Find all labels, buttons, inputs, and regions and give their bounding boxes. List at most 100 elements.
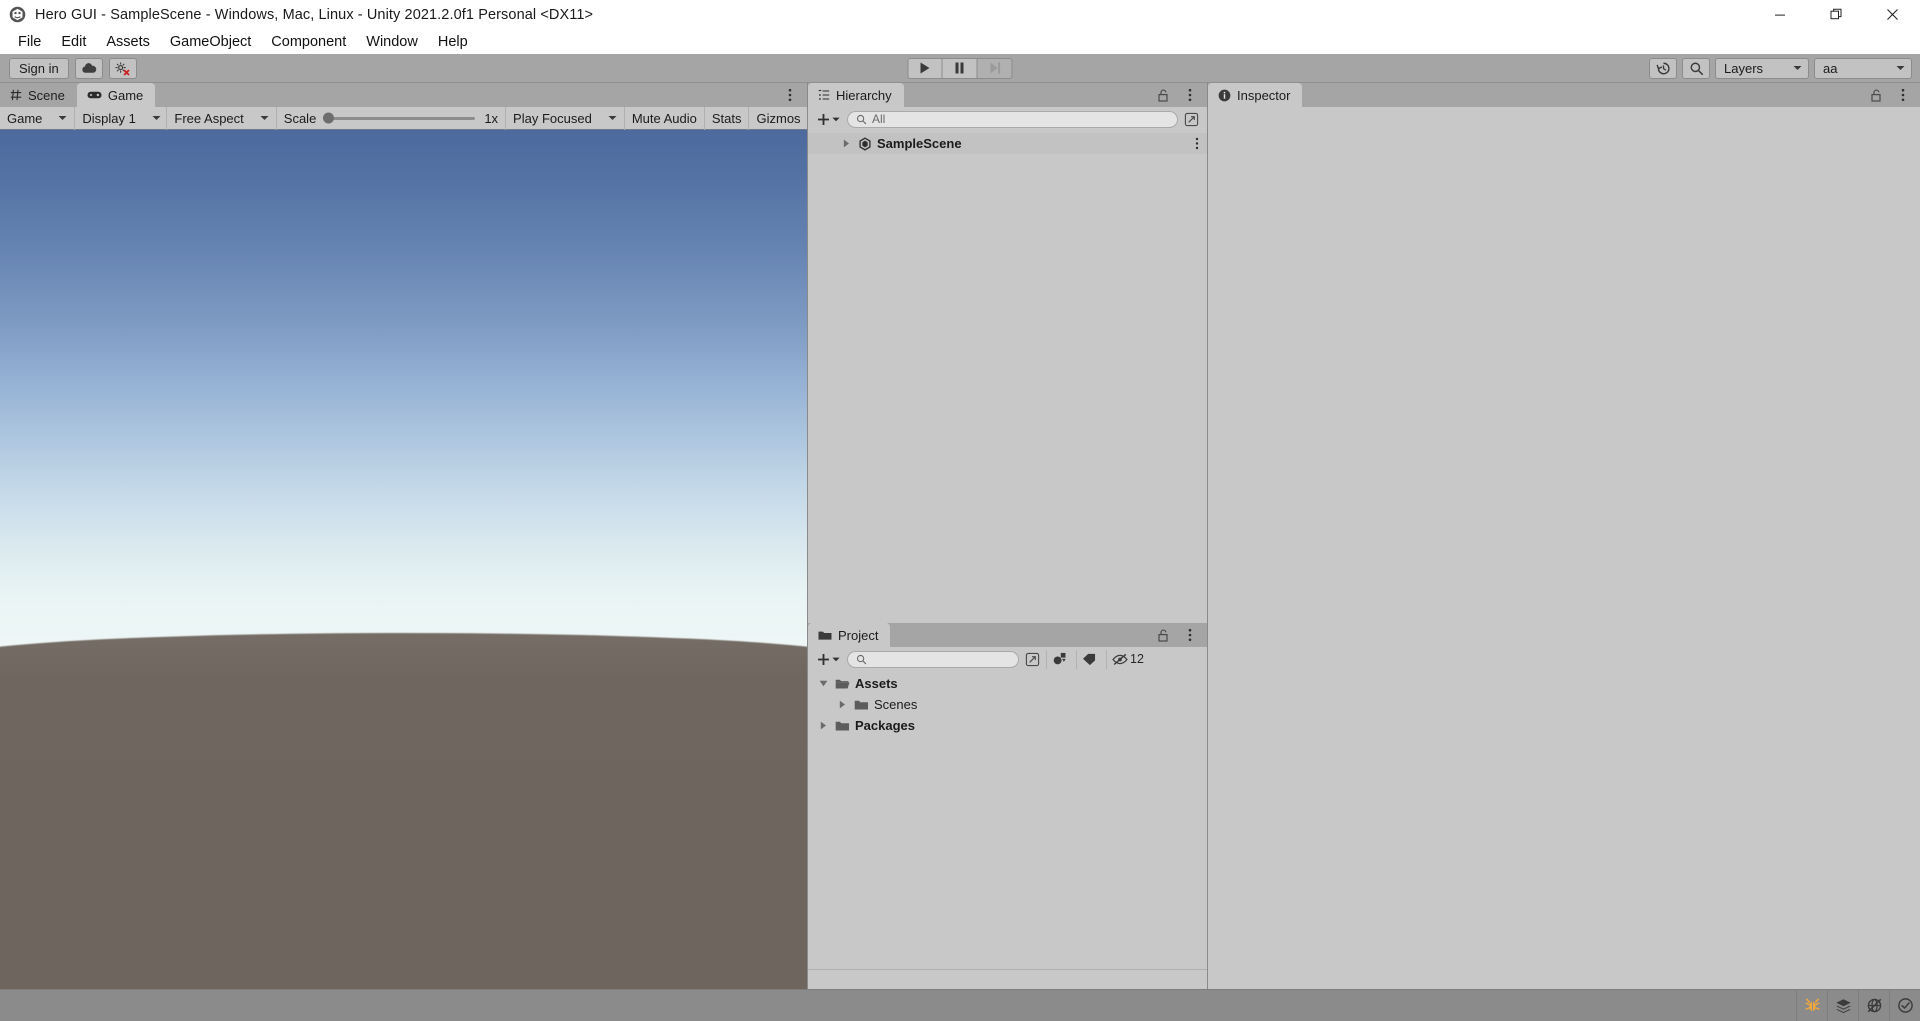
object-filter-button[interactable] — [1046, 649, 1072, 669]
display-dropdown[interactable]: Display 1 — [75, 106, 168, 130]
stats-toggle[interactable]: Stats — [705, 106, 750, 130]
asset-database-button[interactable] — [1827, 989, 1858, 1021]
target-display-dropdown[interactable]: Game — [0, 106, 76, 130]
collapse-arrow-icon[interactable] — [817, 680, 830, 687]
menu-window[interactable]: Window — [356, 32, 428, 52]
menu-help[interactable]: Help — [428, 32, 478, 52]
chevron-down-icon — [598, 115, 617, 121]
gizmos-toggle-button[interactable] — [1858, 989, 1889, 1021]
chevron-down-icon — [250, 115, 269, 121]
chevron-down-icon — [832, 117, 840, 122]
inspector-panel: Inspector — [1207, 83, 1920, 989]
window-controls — [1752, 0, 1920, 29]
project-add-button[interactable] — [814, 653, 843, 666]
scale-slider-handle[interactable] — [323, 112, 335, 124]
status-bar — [0, 989, 1920, 1021]
menu-component[interactable]: Component — [261, 32, 356, 52]
hierarchy-search-row: All — [808, 107, 1207, 131]
kebab-menu-icon[interactable] — [1195, 137, 1199, 150]
play-mode-dropdown[interactable]: Play Focused — [506, 106, 625, 130]
undo-history-button[interactable] — [1649, 57, 1677, 79]
tab-hierarchy-label: Hierarchy — [836, 87, 892, 103]
lock-open-icon[interactable] — [1154, 86, 1173, 105]
play-button[interactable] — [907, 57, 943, 79]
kebab-menu-icon[interactable] — [1180, 626, 1199, 645]
hierarchy-search-placeholder: All — [872, 112, 886, 126]
folder-icon — [835, 720, 850, 732]
status-ok-button[interactable] — [1889, 989, 1920, 1021]
inspector-tabbar: Inspector — [1208, 83, 1920, 107]
menu-gameobject[interactable]: GameObject — [160, 32, 261, 52]
chevron-down-icon — [1896, 65, 1905, 71]
menu-edit[interactable]: Edit — [51, 32, 96, 52]
hierarchy-item-label: SampleScene — [877, 136, 962, 151]
menu-assets[interactable]: Assets — [96, 32, 160, 52]
minimize-button[interactable] — [1752, 0, 1808, 29]
project-tabbar: Project — [808, 623, 1207, 647]
folder-icon — [854, 699, 869, 711]
search-button[interactable] — [1682, 57, 1710, 79]
project-search-input[interactable] — [847, 650, 1019, 668]
kebab-menu-icon[interactable] — [780, 86, 799, 105]
restore-button[interactable] — [1808, 0, 1864, 29]
hierarchy-item-samplescene[interactable]: SampleScene — [808, 133, 1207, 154]
project-item-packages[interactable]: Packages — [808, 715, 1207, 736]
cloud-button[interactable] — [74, 57, 103, 79]
close-button[interactable] — [1864, 0, 1920, 29]
hierarchy-project-column: Hierarchy All SampleScene Project 12 Ass… — [807, 83, 1207, 989]
services-button[interactable] — [108, 57, 137, 79]
tab-project[interactable]: Project — [808, 623, 891, 647]
code-optimization-icon — [1804, 997, 1821, 1014]
aspect-dropdown[interactable]: Free Aspect — [167, 106, 277, 130]
game-view-toolbar: Game Display 1 Free Aspect Scale 1x Play… — [0, 106, 827, 130]
expand-arrow-icon[interactable] — [836, 700, 849, 709]
project-tree[interactable]: Assets Scenes Packages — [808, 671, 1207, 969]
kebab-menu-icon[interactable] — [1180, 86, 1199, 105]
expand-arrow-icon[interactable] — [817, 721, 830, 730]
hierarchy-tree[interactable]: SampleScene — [808, 131, 1207, 623]
tab-scene[interactable]: Scene — [0, 83, 77, 107]
game-view-render[interactable] — [0, 130, 807, 989]
sign-in-button[interactable]: Sign in — [9, 57, 69, 79]
title-bar: Hero GUI - SampleScene - Windows, Mac, L… — [0, 0, 1920, 29]
step-button[interactable] — [977, 57, 1013, 79]
search-icon — [1689, 61, 1704, 76]
code-optimization-button[interactable] — [1796, 989, 1827, 1021]
inspector-tabbar-right — [1867, 83, 1920, 107]
terrain-horizon — [0, 632, 807, 989]
label-filter-button[interactable] — [1076, 649, 1102, 669]
layers-dropdown[interactable]: Layers — [1715, 57, 1809, 79]
layout-dropdown[interactable]: aa — [1814, 57, 1912, 79]
scale-slider[interactable] — [323, 112, 476, 124]
lock-open-icon[interactable] — [1867, 86, 1886, 105]
chevron-down-icon — [48, 115, 67, 121]
project-item-assets[interactable]: Assets — [808, 673, 1207, 694]
eye-off-icon — [1112, 653, 1128, 666]
hidden-packages-button[interactable]: 12 — [1106, 649, 1149, 669]
inspector-content[interactable] — [1208, 107, 1920, 989]
search-popout-icon[interactable] — [1182, 110, 1201, 129]
hierarchy-search-input[interactable]: All — [847, 110, 1178, 128]
project-tabbar-right — [1154, 623, 1207, 647]
kebab-menu-icon[interactable] — [1893, 86, 1912, 105]
mute-audio-toggle[interactable]: Mute Audio — [625, 106, 705, 130]
collab-error-icon — [114, 61, 131, 76]
gamepad-icon — [87, 90, 102, 100]
menu-file[interactable]: File — [8, 32, 51, 52]
folder-open-icon — [835, 678, 850, 690]
lock-open-icon[interactable] — [1154, 626, 1173, 645]
tab-game[interactable]: Game — [76, 83, 156, 107]
hierarchy-add-button[interactable] — [814, 113, 843, 126]
project-item-scenes[interactable]: Scenes — [808, 694, 1207, 715]
display-label: Display 1 — [82, 110, 136, 126]
cloud-icon — [81, 62, 97, 74]
undo-history-icon — [1655, 61, 1671, 76]
expand-arrow-icon[interactable] — [840, 139, 853, 148]
play-mode-label: Play Focused — [513, 110, 592, 126]
tab-inspector[interactable]: Inspector — [1208, 83, 1303, 107]
tab-hierarchy[interactable]: Hierarchy — [808, 83, 904, 107]
layers-dropdown-label: Layers — [1724, 60, 1764, 76]
pause-button[interactable] — [942, 57, 978, 79]
search-popout-icon[interactable] — [1023, 650, 1042, 669]
scale-slider-group[interactable]: Scale 1x — [277, 106, 507, 130]
